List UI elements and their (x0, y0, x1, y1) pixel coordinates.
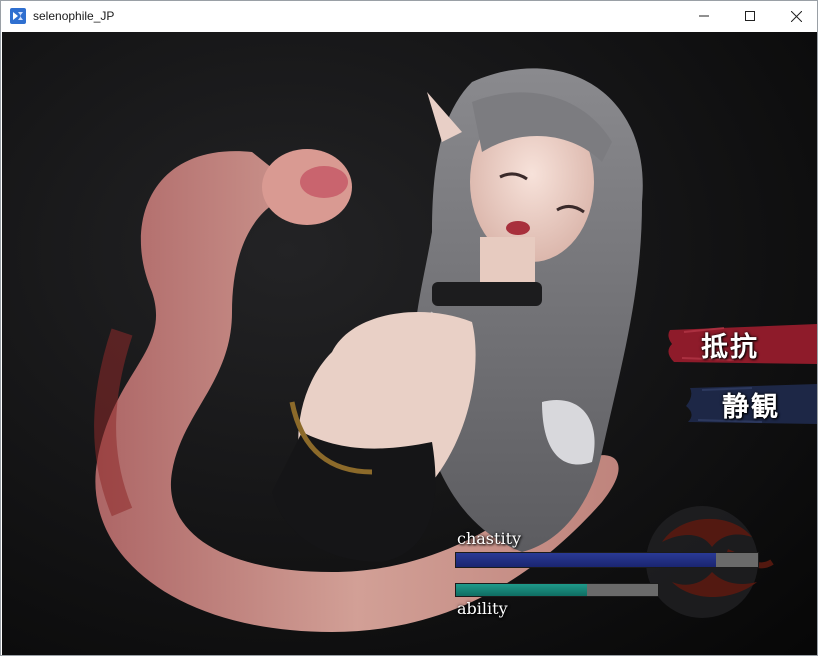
close-button[interactable] (773, 1, 817, 31)
game-viewport[interactable]: 抵抗 静観 chastity ability (2, 32, 817, 655)
chastity-bar-fill (456, 553, 716, 567)
choice-label: 抵抗 (701, 331, 759, 363)
app-logo-icon (10, 8, 26, 24)
chastity-bar (455, 552, 759, 568)
ability-label: ability (457, 599, 508, 618)
ability-bar-fill (456, 584, 588, 596)
title-bar[interactable]: selenophile_JP (1, 1, 817, 31)
minimize-icon (699, 15, 709, 17)
choice-resist-button[interactable]: 抵抗 (664, 322, 817, 366)
game-window: selenophile_JP 抵抗 静観 chastity ability (0, 0, 818, 656)
ability-bar (455, 583, 659, 597)
minimize-button[interactable] (681, 1, 727, 31)
close-icon (790, 10, 802, 22)
choice-label: 静観 (722, 391, 780, 423)
maximize-button[interactable] (727, 1, 773, 31)
chastity-label: chastity (457, 529, 522, 548)
maximize-icon (745, 11, 755, 21)
choice-observe-button[interactable]: 静観 (682, 382, 817, 426)
window-title: selenophile_JP (33, 9, 115, 23)
